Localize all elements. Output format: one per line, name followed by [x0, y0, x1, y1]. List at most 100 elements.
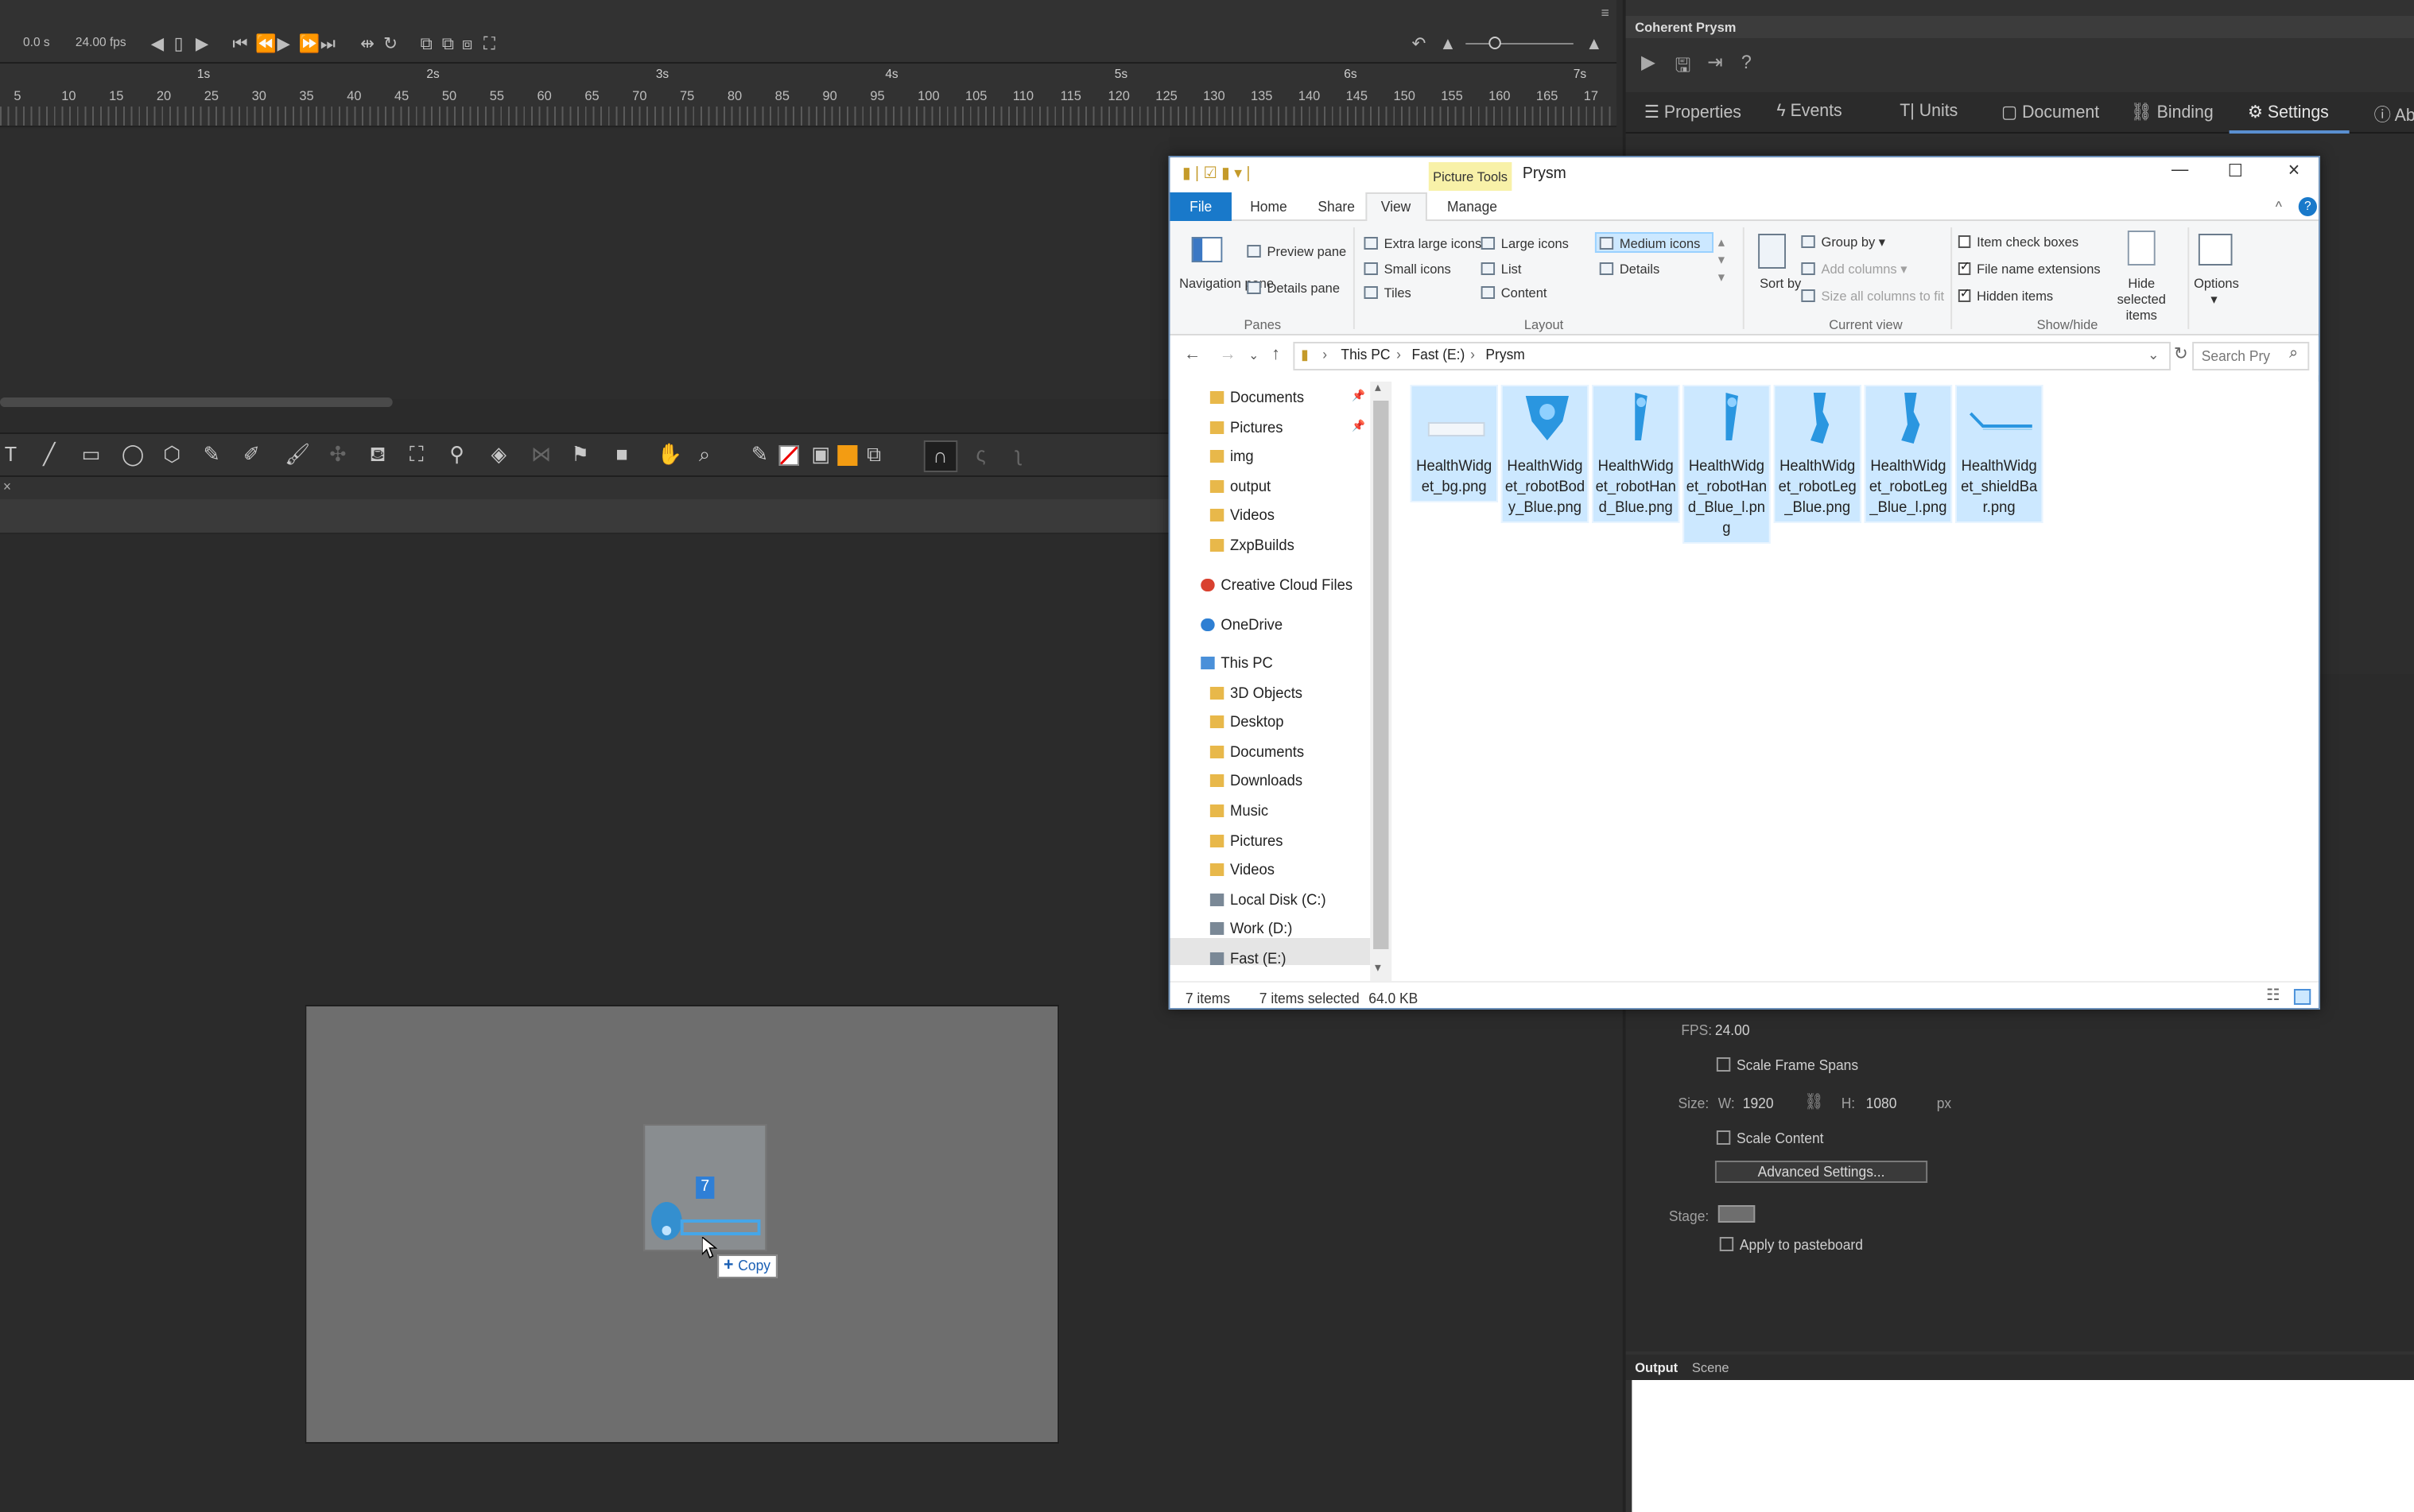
search-icon[interactable]: ⌕: [2289, 345, 2298, 362]
file-item[interactable]: HealthWidget_bg.png: [1410, 385, 1498, 502]
layout-large-icons[interactable]: Large icons: [1481, 235, 1569, 251]
tab-share[interactable]: Share: [1318, 199, 1355, 215]
file-list[interactable]: HealthWidget_bg.png HealthWidget_robotBod…: [1391, 382, 2319, 981]
nav-item[interactable]: ZxpBuilds: [1209, 537, 1294, 555]
refresh-icon[interactable]: ↻: [2174, 343, 2188, 364]
navigation-pane-icon[interactable]: [1191, 237, 1223, 262]
link-dimensions-icon[interactable]: ⛓: [1804, 1094, 1824, 1111]
onion-markers-icon[interactable]: ⛶: [483, 33, 495, 56]
nav-item[interactable]: Videos: [1209, 507, 1275, 525]
loop-playback-icon[interactable]: ↻: [383, 33, 398, 56]
stroke-swatch[interactable]: [778, 445, 799, 466]
hide-selected-button[interactable]: Hide selected items: [2103, 275, 2180, 323]
prev-frame-icon[interactable]: ⏪: [255, 33, 277, 56]
layout-medium-icons[interactable]: Medium icons: [1599, 235, 1700, 251]
tab-output[interactable]: Output: [1635, 1359, 1678, 1375]
file-name-extensions-toggle[interactable]: File name extensions: [1958, 259, 2101, 277]
layout-details[interactable]: Details: [1599, 261, 1659, 277]
maximize-icon[interactable]: ☐: [2208, 161, 2264, 181]
quick-access-toolbar-icon[interactable]: ▮ | ☑ ▮ ▾ |: [1182, 165, 1250, 183]
close-document-icon[interactable]: ×: [3, 479, 11, 494]
tab-document[interactable]: ▢ Document: [2001, 102, 2099, 122]
timeline-ruler[interactable]: 1s 2s 3s 4s 5s 6s 7s 5 10 15 20 25 30 35 40 45 50 55 60 65…: [0, 64, 1617, 127]
file-item[interactable]: HealthWidget_robotHand_Blue_l.png: [1682, 385, 1771, 544]
text-tool-icon[interactable]: T: [5, 443, 17, 466]
polystar-tool-icon[interactable]: ⬡: [163, 443, 180, 466]
center-frame-icon[interactable]: ⇹: [360, 33, 375, 56]
nav-item[interactable]: Work (D:): [1209, 921, 1292, 938]
nav-item[interactable]: Downloads: [1209, 773, 1302, 790]
pin-icon[interactable]: 📌: [1352, 390, 1365, 402]
rectangle-tool-icon[interactable]: ▭: [82, 443, 101, 466]
paint-brush-icon[interactable]: 🖌: [285, 443, 310, 466]
scroll-down-icon[interactable]: ▾: [1375, 960, 1381, 975]
tab-properties[interactable]: ☰ Properties: [1644, 102, 1741, 122]
breadcrumb-prysm[interactable]: Prysm: [1485, 347, 1524, 362]
file-item[interactable]: HealthWidget_robotLeg_Blue_l.png: [1864, 385, 1953, 523]
onion-outline-icon[interactable]: ⧉: [442, 33, 454, 56]
tab-units[interactable]: T| Units: [1900, 102, 1958, 121]
nav-item[interactable]: Pictures 📌: [1209, 420, 1365, 437]
step-back-icon[interactable]: ◀: [151, 33, 164, 56]
export-icon[interactable]: ⇥: [1707, 51, 1722, 73]
pencil-tool-icon[interactable]: ✎: [204, 443, 220, 466]
line-tool-icon[interactable]: ╱: [43, 443, 55, 466]
oval-tool-icon[interactable]: ◯: [122, 443, 144, 466]
nav-item[interactable]: 3D Objects: [1209, 685, 1302, 703]
eraser-tool-icon[interactable]: ◈: [491, 443, 506, 466]
nav-item[interactable]: This PC: [1201, 655, 1273, 673]
nav-item[interactable]: Local Disk (C:): [1209, 892, 1326, 909]
camera-tool-icon[interactable]: ■: [615, 443, 627, 466]
details-view-icon[interactable]: ☷: [2266, 987, 2280, 1005]
output-console[interactable]: [1632, 1380, 2414, 1512]
nav-item[interactable]: Creative Cloud Files: [1201, 577, 1353, 595]
eyedropper-icon[interactable]: ⚲: [449, 443, 464, 466]
tab-scene[interactable]: Scene: [1692, 1359, 1729, 1375]
help-icon[interactable]: ?: [2298, 197, 2317, 216]
sort-by-icon[interactable]: [1758, 234, 1786, 269]
group-by-button[interactable]: Group by ▾: [1801, 234, 1885, 251]
zoom-in-icon[interactable]: ▲: [1585, 33, 1602, 56]
layout-scroll-icon[interactable]: ▴ ▾ ▾: [1718, 234, 1725, 286]
tab-home[interactable]: Home: [1250, 199, 1287, 215]
help-icon[interactable]: ?: [1741, 51, 1752, 73]
address-bar[interactable]: ▮ › This PC › Fast (E:) › Prysm ⌄: [1293, 342, 2171, 370]
up-icon[interactable]: ↑: [1271, 345, 1280, 364]
apply-pasteboard-checkbox[interactable]: [1719, 1237, 1734, 1251]
back-icon[interactable]: ←: [1184, 345, 1201, 364]
add-columns-button[interactable]: Add columns ▾: [1801, 261, 1908, 278]
pin-tool-icon[interactable]: ⚑: [571, 443, 589, 466]
bone-tool-icon[interactable]: ✣: [329, 443, 346, 466]
details-pane-button[interactable]: Details pane: [1247, 280, 1340, 296]
file-item[interactable]: HealthWidget_shieldBar.png: [1954, 385, 2043, 523]
nav-item[interactable]: Documents 📌: [1209, 390, 1365, 407]
file-name-extensions-checkbox[interactable]: [1958, 259, 1971, 275]
width-tool-icon[interactable]: ⋈: [531, 443, 551, 466]
close-icon[interactable]: ×: [2266, 157, 2319, 181]
nav-scrollbar[interactable]: ▴ ▾: [1370, 380, 1392, 981]
last-frame-icon[interactable]: ⏭: [320, 33, 336, 56]
panel-menu-icon[interactable]: ≡: [1601, 5, 1609, 21]
layout-list[interactable]: List: [1481, 261, 1521, 277]
item-check-boxes-toggle[interactable]: Item check boxes: [1958, 234, 2078, 250]
file-item[interactable]: HealthWidget_robotLeg_Blue.png: [1773, 385, 1861, 523]
straighten-icon[interactable]: ʅ: [1016, 443, 1021, 466]
smooth-icon[interactable]: ς: [976, 443, 986, 466]
scroll-up-icon[interactable]: ▴: [1375, 380, 1381, 394]
recent-locations-icon[interactable]: ⌄: [1248, 348, 1259, 362]
tab-manage[interactable]: Manage: [1447, 199, 1497, 215]
nav-item[interactable]: Desktop: [1209, 714, 1284, 731]
nav-scrollbar-thumb[interactable]: [1373, 401, 1389, 949]
options-button[interactable]: Options: [2194, 275, 2239, 291]
hidden-items-checkbox[interactable]: [1958, 286, 1971, 302]
save-icon[interactable]: 🖫: [1675, 51, 1691, 84]
minimize-icon[interactable]: —: [2152, 161, 2208, 180]
explorer-title-bar[interactable]: ▮ | ☑ ▮ ▾ | Picture Tools Prysm — ☐ ×: [1170, 157, 2319, 192]
zoom-out-icon[interactable]: ▲: [1439, 33, 1456, 56]
forward-icon[interactable]: →: [1219, 345, 1236, 364]
hide-selected-icon[interactable]: [2127, 231, 2156, 266]
collapse-ribbon-icon[interactable]: ^: [2276, 199, 2282, 215]
fill-swatch[interactable]: [837, 445, 858, 466]
scale-frame-spans-checkbox[interactable]: [1716, 1057, 1731, 1072]
step-forward-icon[interactable]: ▶: [196, 33, 208, 56]
